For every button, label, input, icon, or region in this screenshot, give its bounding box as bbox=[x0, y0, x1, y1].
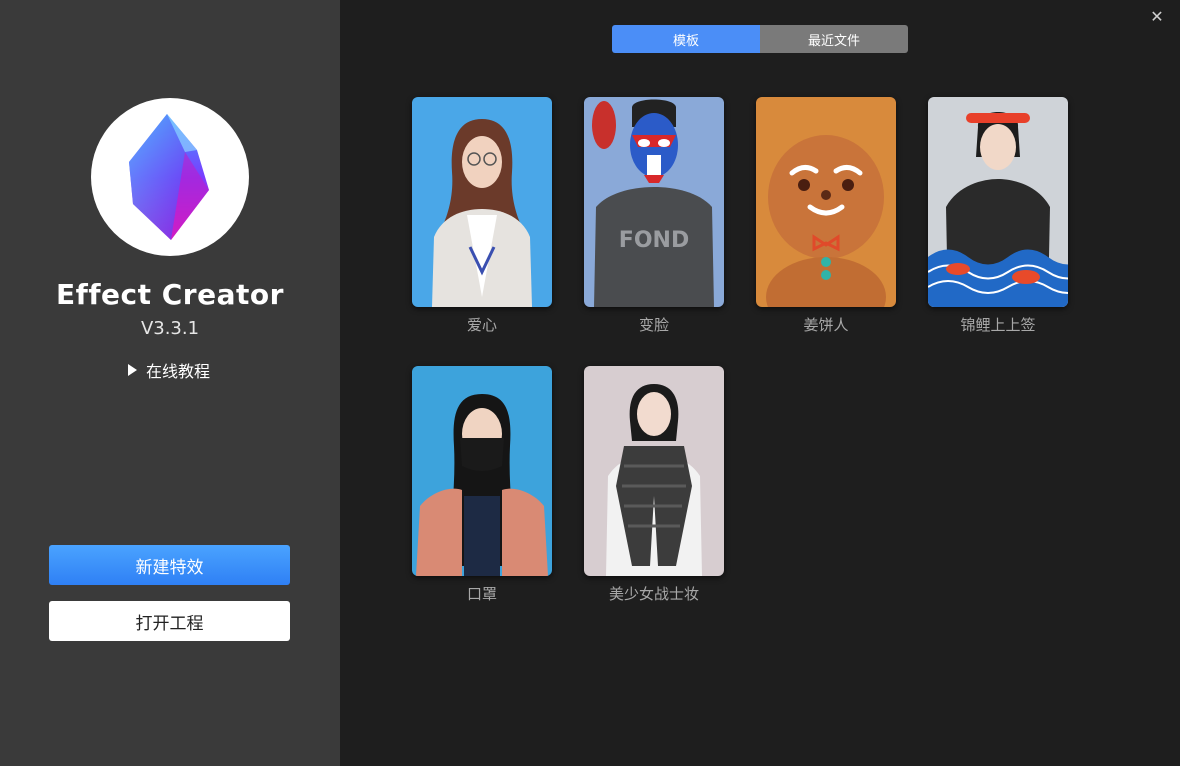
template-label: 爱心 bbox=[466, 316, 497, 334]
template-card[interactable]: 姜饼人 bbox=[756, 97, 896, 335]
app-logo bbox=[91, 98, 249, 256]
tutorial-label: 在线教程 bbox=[146, 362, 211, 381]
template-card[interactable]: 口罩 bbox=[412, 366, 552, 604]
template-card[interactable]: FOND 变脸 bbox=[584, 97, 724, 335]
crystal-gem-icon bbox=[129, 114, 209, 240]
tab-templates[interactable]: 模板 bbox=[612, 25, 760, 53]
face-mask-photo bbox=[412, 366, 552, 576]
online-tutorial-link[interactable]: 在线教程 bbox=[128, 358, 210, 382]
app-name: Effect Creator bbox=[56, 278, 284, 311]
svg-text:FOND: FOND bbox=[619, 228, 689, 253]
tab-bar: 模板 最近文件 bbox=[612, 25, 908, 53]
app-window: Effect Creator V3.3.1 在线教程 新建特效 打开工程 ✕ 模… bbox=[0, 0, 1180, 766]
play-icon bbox=[128, 364, 137, 376]
open-project-button[interactable]: 打开工程 bbox=[49, 601, 290, 641]
koi-fish-photo bbox=[928, 97, 1068, 307]
template-label: 变脸 bbox=[638, 316, 669, 334]
template-card[interactable]: 爱心 bbox=[412, 97, 552, 335]
woman-glasses-photo bbox=[412, 97, 552, 307]
template-label: 美少女战士妆 bbox=[608, 585, 699, 603]
tab-recent-files[interactable]: 最近文件 bbox=[760, 25, 908, 53]
gingerbread-man-face-photo bbox=[756, 97, 896, 307]
opera-face-mask-photo: FOND bbox=[584, 97, 724, 307]
close-icon[interactable]: ✕ bbox=[1148, 8, 1166, 26]
template-label: 口罩 bbox=[466, 585, 497, 603]
template-card[interactable]: 锦鲤上上签 bbox=[928, 97, 1068, 335]
scarf-woman-photo bbox=[584, 366, 724, 576]
template-label: 姜饼人 bbox=[803, 316, 849, 334]
sidebar: Effect Creator V3.3.1 在线教程 新建特效 打开工程 bbox=[0, 0, 340, 766]
template-label: 锦鲤上上签 bbox=[960, 316, 1036, 334]
new-effect-button[interactable]: 新建特效 bbox=[49, 545, 290, 585]
app-version: V3.3.1 bbox=[140, 318, 200, 339]
template-card[interactable]: 美少女战士妆 bbox=[584, 366, 724, 604]
